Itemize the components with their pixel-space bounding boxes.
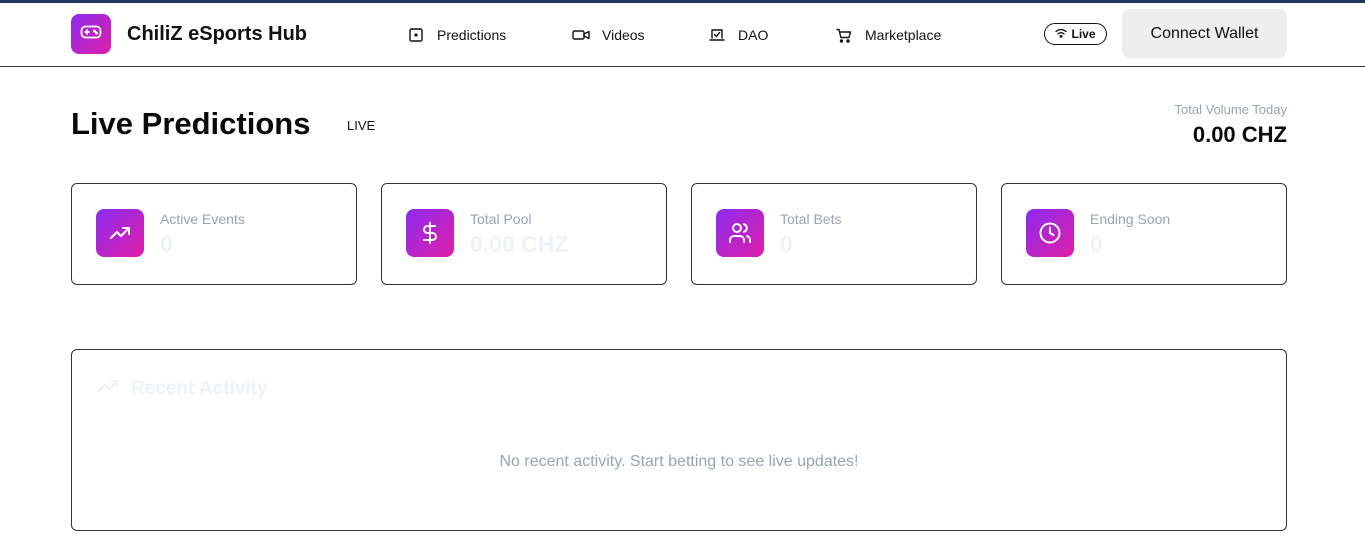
dollar-icon xyxy=(406,209,454,257)
vote-icon xyxy=(706,25,728,45)
connect-wallet-button[interactable]: Connect Wallet xyxy=(1122,9,1287,58)
live-badge-label: Live xyxy=(1071,27,1096,41)
stat-label: Active Events xyxy=(160,211,245,227)
wifi-icon xyxy=(1055,27,1068,41)
clock-icon xyxy=(1026,209,1074,257)
video-icon xyxy=(570,25,592,45)
stat-value: 0 xyxy=(1090,231,1103,257)
dice-icon xyxy=(405,25,427,45)
stat-card-active-events: Active Events 0 xyxy=(71,183,357,285)
stat-label: Total Pool xyxy=(470,211,532,227)
empty-state-message: No recent activity. Start betting to see… xyxy=(499,453,859,470)
nav-predictions[interactable]: Predictions xyxy=(405,25,506,45)
stat-label: Ending Soon xyxy=(1090,211,1171,227)
stat-card-total-bets: Total Bets 0 xyxy=(691,183,977,285)
nav-videos[interactable]: Videos xyxy=(570,25,645,45)
live-indicator: LIVE xyxy=(347,118,376,133)
nav-predictions-label: Predictions xyxy=(437,27,507,43)
live-status-badge: Live xyxy=(1044,23,1107,45)
total-volume-value: 0.00 CHZ xyxy=(1192,122,1287,147)
nav-marketplace[interactable]: Marketplace xyxy=(833,25,941,45)
stat-card-ending-soon: Ending Soon 0 xyxy=(1001,183,1287,285)
top-navbar: ChiliZ eSports Hub Predictions Videos DA… xyxy=(0,3,1365,67)
stat-value: 0 xyxy=(780,231,793,257)
recent-activity-panel: Recent Activity No recent activity. Star… xyxy=(71,349,1287,531)
nav-dao[interactable]: DAO xyxy=(706,25,768,45)
page-title: Live Predictions xyxy=(71,106,311,141)
cart-icon xyxy=(833,25,855,45)
nav-marketplace-label: Marketplace xyxy=(865,27,942,43)
brand-name[interactable]: ChiliZ eSports Hub xyxy=(127,23,307,46)
users-icon xyxy=(716,209,764,257)
gamepad-icon xyxy=(79,20,103,49)
stat-label: Total Bets xyxy=(780,211,842,227)
total-volume-label: Total Volume Today xyxy=(1174,102,1288,117)
trending-up-icon xyxy=(96,209,144,257)
stat-value: 0 xyxy=(160,231,173,257)
stat-value: 0.00 CHZ xyxy=(470,231,569,257)
nav-dao-label: DAO xyxy=(738,27,769,43)
recent-activity-title: Recent Activity xyxy=(131,377,268,399)
stat-card-total-pool: Total Pool 0.00 CHZ xyxy=(381,183,667,285)
logo[interactable] xyxy=(71,14,111,54)
nav-videos-label: Videos xyxy=(602,27,645,43)
trending-up-icon xyxy=(97,377,121,400)
recent-activity-header: Recent Activity xyxy=(97,377,268,400)
